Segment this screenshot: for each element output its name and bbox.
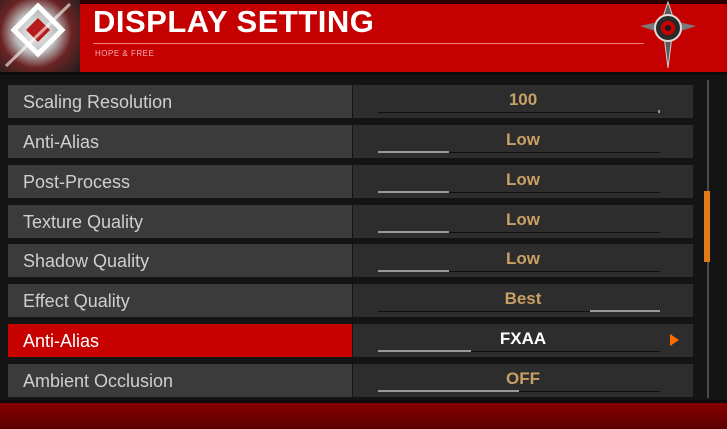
setting-label: Scaling Resolution: [23, 92, 173, 112]
setting-value-cell[interactable]: Low: [353, 205, 693, 238]
setting-value: FXAA: [499, 329, 547, 348]
setting-label: Post-Process: [23, 172, 131, 192]
slider-fill: [378, 270, 449, 272]
title-underline: [93, 43, 644, 44]
header-divider: [0, 72, 727, 75]
setting-slider[interactable]: [378, 110, 660, 113]
slider-fill: [590, 310, 660, 312]
setting-label-cell: Anti-Alias: [8, 125, 352, 158]
setting-value-cell[interactable]: FXAA: [353, 324, 693, 357]
setting-value: OFF: [506, 369, 540, 388]
setting-value-cell[interactable]: 100: [353, 85, 693, 118]
setting-value-cell[interactable]: OFF: [353, 364, 693, 397]
slider-fill: [378, 231, 449, 233]
setting-label-cell: Anti-Alias: [8, 324, 352, 357]
slider-fill: [378, 390, 519, 392]
setting-row-anti-alias[interactable]: Anti-Alias Low: [8, 125, 693, 158]
setting-slider[interactable]: [378, 310, 660, 312]
slider-fill: [658, 110, 660, 113]
setting-row-texture-quality[interactable]: Texture Quality Low: [8, 205, 693, 238]
slider-fill: [378, 191, 449, 193]
setting-value-cell[interactable]: Low: [353, 244, 693, 277]
setting-slider[interactable]: [378, 191, 660, 193]
setting-row-scaling-resolution[interactable]: Scaling Resolution 100: [8, 85, 693, 118]
setting-value-cell[interactable]: Low: [353, 165, 693, 198]
setting-value: Low: [506, 130, 540, 149]
setting-label-cell: Effect Quality: [8, 284, 352, 317]
setting-label-cell: Ambient Occlusion: [8, 364, 352, 397]
setting-label: Effect Quality: [23, 291, 130, 311]
setting-value: Best: [504, 289, 542, 308]
setting-value: Low: [506, 249, 540, 268]
setting-label: Texture Quality: [23, 212, 144, 232]
setting-slider[interactable]: [378, 231, 660, 233]
emblem-icon: [636, 0, 700, 70]
slider-fill: [378, 151, 449, 153]
setting-label: Anti-Alias: [23, 331, 100, 351]
game-logo-icon: [0, 0, 80, 72]
setting-value: Low: [506, 210, 540, 229]
setting-row-ambient-occlusion[interactable]: Ambient Occlusion OFF: [8, 364, 693, 397]
setting-label: Shadow Quality: [23, 251, 150, 271]
page-title: DISPLAY SETTING: [93, 4, 375, 39]
setting-row-post-process[interactable]: Post-Process Low: [8, 165, 693, 198]
setting-slider[interactable]: [378, 151, 660, 153]
setting-label-cell: Post-Process: [8, 165, 352, 198]
setting-label: Ambient Occlusion: [23, 371, 174, 391]
setting-value: Low: [506, 170, 540, 189]
setting-value: 100: [508, 90, 538, 109]
setting-label-cell: Shadow Quality: [8, 244, 352, 277]
setting-row-anti-alias-selected[interactable]: Anti-Alias FXAA: [8, 324, 693, 357]
setting-label: Anti-Alias: [23, 132, 100, 152]
setting-value-cell[interactable]: Best: [353, 284, 693, 317]
slider-fill: [378, 350, 471, 352]
setting-slider[interactable]: [378, 270, 660, 272]
setting-value-cell[interactable]: Low: [353, 125, 693, 158]
setting-label-cell: Scaling Resolution: [8, 85, 352, 118]
setting-slider[interactable]: [378, 350, 660, 352]
setting-row-effect-quality[interactable]: Effect Quality Best: [8, 284, 693, 317]
footer-bar: [0, 403, 727, 429]
page-subtitle: HOPE & FREE: [95, 49, 155, 58]
scrollbar-thumb[interactable]: [704, 191, 710, 262]
setting-slider[interactable]: [378, 390, 660, 392]
arrow-right-icon[interactable]: [670, 334, 679, 346]
setting-label-cell: Texture Quality: [8, 205, 352, 238]
setting-row-shadow-quality[interactable]: Shadow Quality Low: [8, 244, 693, 277]
